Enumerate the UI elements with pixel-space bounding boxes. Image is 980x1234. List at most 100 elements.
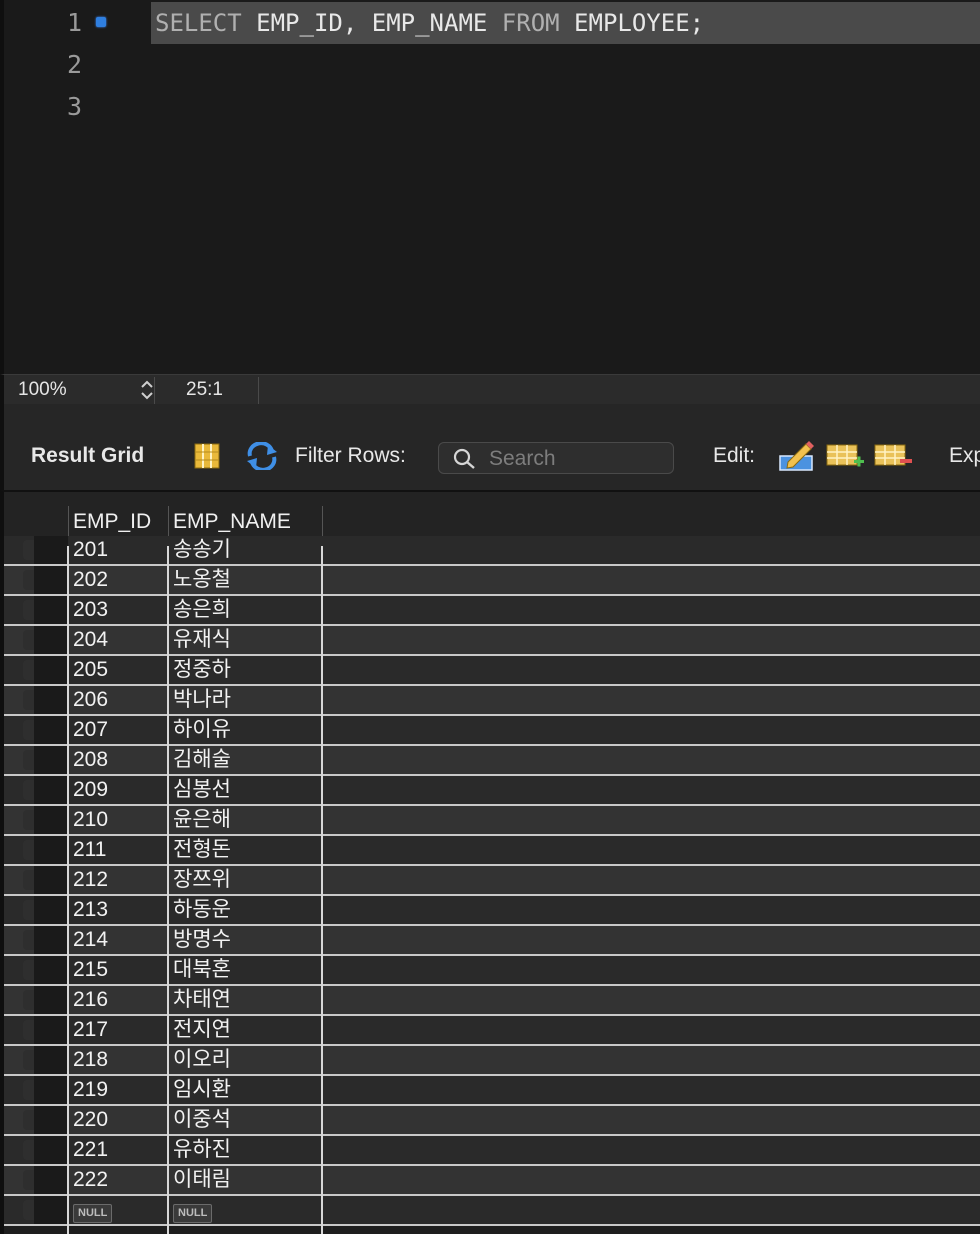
cell-emp-name[interactable]: NULL	[173, 1196, 321, 1224]
row-selector[interactable]	[34, 746, 68, 774]
table-row[interactable]: 220 이중석	[4, 1106, 980, 1136]
edit-cell-pencil-icon[interactable]	[778, 440, 816, 477]
cell-emp-id[interactable]: 222	[73, 1166, 167, 1194]
table-row[interactable]: 212 장쯔위	[4, 866, 980, 896]
row-selector[interactable]	[34, 686, 68, 714]
row-selector[interactable]	[34, 896, 68, 924]
cell-emp-id[interactable]: 206	[73, 686, 167, 714]
cell-emp-name[interactable]: 정중하	[173, 656, 321, 684]
cell-emp-id[interactable]: 220	[73, 1106, 167, 1134]
cell-emp-name[interactable]: 하이유	[173, 716, 321, 744]
row-selector[interactable]	[34, 1196, 68, 1224]
row-selector[interactable]	[34, 866, 68, 894]
result-grid[interactable]: EMP_ID EMP_NAME 201 송송기 202 노옹철 203 송은희 204 유재식…	[0, 490, 980, 1234]
cell-emp-id[interactable]: 211	[73, 836, 167, 864]
cell-emp-id[interactable]: 202	[73, 566, 167, 594]
table-row[interactable]: 207 하이유	[4, 716, 980, 746]
cell-emp-name[interactable]: 대북혼	[173, 956, 321, 984]
zoom-select[interactable]: 100%	[18, 375, 154, 405]
table-row-new[interactable]: NULL NULL	[4, 1196, 980, 1226]
table-row[interactable]: 204 유재식	[4, 626, 980, 656]
cell-emp-name[interactable]: 윤은해	[173, 806, 321, 834]
table-row[interactable]: 206 박나라	[4, 686, 980, 716]
cell-emp-name[interactable]: 유재식	[173, 626, 321, 654]
cell-emp-id[interactable]: 219	[73, 1076, 167, 1104]
cell-emp-name[interactable]: 이오리	[173, 1046, 321, 1074]
export-label[interactable]: Exp	[949, 444, 980, 468]
cell-emp-name[interactable]: 심봉선	[173, 776, 321, 804]
cell-emp-id[interactable]: 205	[73, 656, 167, 684]
cell-emp-name[interactable]: 노옹철	[173, 566, 321, 594]
cell-emp-id[interactable]: 203	[73, 596, 167, 624]
row-selector[interactable]	[34, 536, 68, 564]
row-selector[interactable]	[34, 716, 68, 744]
row-selector[interactable]	[34, 926, 68, 954]
table-row[interactable]: 215 대북혼	[4, 956, 980, 986]
cell-emp-id[interactable]: 204	[73, 626, 167, 654]
column-header-emp-name[interactable]: EMP_NAME	[173, 506, 291, 538]
cell-emp-id[interactable]: 217	[73, 1016, 167, 1044]
cell-emp-id[interactable]: 216	[73, 986, 167, 1014]
cell-emp-id[interactable]: 208	[73, 746, 167, 774]
cell-emp-id[interactable]: 221	[73, 1136, 167, 1164]
table-row[interactable]: 201 송송기	[4, 536, 980, 566]
table-row[interactable]: 218 이오리	[4, 1046, 980, 1076]
grid-columns-icon[interactable]	[194, 442, 220, 475]
row-selector[interactable]	[34, 626, 68, 654]
table-row[interactable]: 208 김해술	[4, 746, 980, 776]
row-selector[interactable]	[34, 806, 68, 834]
refresh-icon[interactable]	[244, 441, 280, 475]
cell-emp-name[interactable]: 유하진	[173, 1136, 321, 1164]
cell-emp-id[interactable]: 201	[73, 536, 167, 564]
table-row[interactable]: 219 임시환	[4, 1076, 980, 1106]
cell-emp-id[interactable]: 209	[73, 776, 167, 804]
cell-emp-id[interactable]: NULL	[73, 1196, 167, 1224]
cell-emp-name[interactable]: 전형돈	[173, 836, 321, 864]
row-selector[interactable]	[34, 1166, 68, 1194]
table-row[interactable]: 222 이태림	[4, 1166, 980, 1196]
statement-marker-icon[interactable]	[96, 17, 106, 27]
table-row[interactable]: 216 차태연	[4, 986, 980, 1016]
table-row[interactable]: 205 정중하	[4, 656, 980, 686]
row-selector[interactable]	[34, 776, 68, 804]
row-selector[interactable]	[34, 836, 68, 864]
cell-emp-name[interactable]: 송은희	[173, 596, 321, 624]
row-selector[interactable]	[34, 656, 68, 684]
table-row[interactable]: 211 전형돈	[4, 836, 980, 866]
cell-emp-id[interactable]: 210	[73, 806, 167, 834]
delete-row-icon[interactable]	[874, 442, 914, 477]
cell-emp-id[interactable]: 214	[73, 926, 167, 954]
row-selector[interactable]	[34, 956, 68, 984]
cell-emp-id[interactable]: 207	[73, 716, 167, 744]
table-row[interactable]: 214 방명수	[4, 926, 980, 956]
row-selector[interactable]	[34, 1016, 68, 1044]
table-row[interactable]: 202 노옹철	[4, 566, 980, 596]
table-row[interactable]: 217 전지연	[4, 1016, 980, 1046]
cell-emp-name[interactable]: 이태림	[173, 1166, 321, 1194]
sql-editor[interactable]: 1 2 3 SELECT EMP_ID, EMP_NAME FROM EMPLO…	[0, 0, 980, 374]
cell-emp-name[interactable]: 방명수	[173, 926, 321, 954]
cell-emp-id[interactable]: 215	[73, 956, 167, 984]
cell-emp-name[interactable]: 이중석	[173, 1106, 321, 1134]
table-row[interactable]: 213 하동운	[4, 896, 980, 926]
sql-query-line[interactable]: SELECT EMP_ID, EMP_NAME FROM EMPLOYEE;	[151, 2, 980, 44]
table-row[interactable]: 203 송은희	[4, 596, 980, 626]
table-row[interactable]: 221 유하진	[4, 1136, 980, 1166]
row-selector[interactable]	[34, 1136, 68, 1164]
table-row[interactable]: 210 윤은해	[4, 806, 980, 836]
cell-emp-id[interactable]: 218	[73, 1046, 167, 1074]
row-selector[interactable]	[34, 1046, 68, 1074]
row-selector[interactable]	[34, 566, 68, 594]
cell-emp-name[interactable]: 전지연	[173, 1016, 321, 1044]
row-selector[interactable]	[34, 1106, 68, 1134]
result-grid-tab[interactable]: Result Grid	[31, 444, 144, 468]
table-row[interactable]: 209 심봉선	[4, 776, 980, 806]
cell-emp-name[interactable]: 장쯔위	[173, 866, 321, 894]
cell-emp-id[interactable]: 212	[73, 866, 167, 894]
column-header-emp-id[interactable]: EMP_ID	[73, 506, 151, 538]
row-selector[interactable]	[34, 986, 68, 1014]
cell-emp-name[interactable]: 김해술	[173, 746, 321, 774]
cell-emp-name[interactable]: 박나라	[173, 686, 321, 714]
cell-emp-name[interactable]: 차태연	[173, 986, 321, 1014]
add-row-icon[interactable]	[826, 442, 866, 477]
